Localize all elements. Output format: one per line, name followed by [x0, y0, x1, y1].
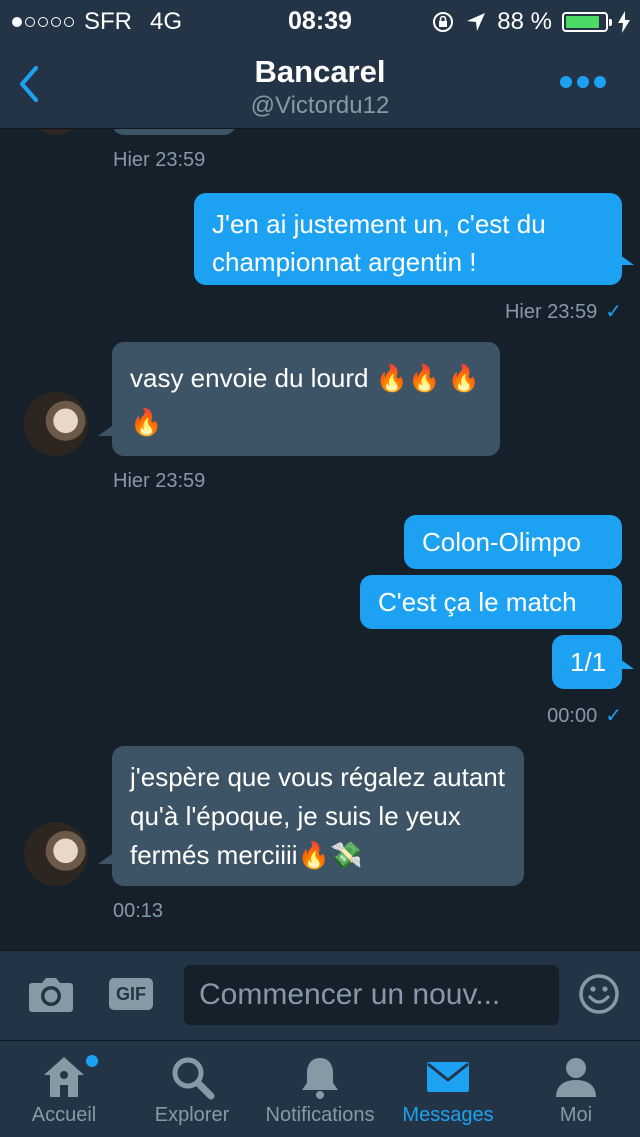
avatar[interactable]	[24, 129, 88, 135]
charging-bolt-icon	[618, 11, 630, 33]
message-text: C'est ça le match	[378, 587, 577, 617]
message-text: Colon-Olimpo	[422, 527, 581, 557]
camera-icon[interactable]	[28, 975, 74, 1013]
message-text: vasy envoie du lourd 🔥🔥 🔥🔥	[130, 363, 481, 437]
gif-button[interactable]: GIF	[109, 978, 153, 1010]
message-input[interactable]: Commencer un nouv...	[184, 965, 559, 1025]
incoming-message-bubble[interactable]	[112, 129, 236, 135]
message-timestamp: 00:13	[113, 900, 164, 922]
tab-label: Messages	[402, 1104, 494, 1126]
bubble-tail	[98, 854, 112, 864]
incoming-message-bubble[interactable]: vasy envoie du lourd 🔥🔥 🔥🔥	[112, 342, 500, 456]
battery-icon	[562, 12, 612, 32]
outgoing-message-bubble[interactable]: J'en ai justement un, c'est du championn…	[194, 193, 622, 285]
bell-icon	[302, 1058, 338, 1099]
message-text: J'en ai justement un, c'est du championn…	[212, 209, 546, 277]
tab-explore[interactable]: Explorer	[128, 1041, 256, 1137]
emoji-icon[interactable]	[578, 973, 620, 1015]
outgoing-message-bubble[interactable]: C'est ça le match	[360, 575, 622, 629]
bubble-tail	[620, 255, 634, 265]
battery-percent: 88 %	[497, 8, 552, 35]
conversation-handle: @Victordu12	[250, 92, 390, 119]
tab-messages[interactable]: Messages	[384, 1041, 512, 1137]
message-timestamp: Hier 23:59 ✓	[504, 301, 622, 323]
avatar[interactable]	[24, 822, 88, 886]
tab-label: Notifications	[265, 1104, 375, 1126]
message-composer: GIF Commencer un nouv...	[0, 950, 640, 1041]
message-thread[interactable]: Hier 23:59 J'en ai justement un, c'est d…	[0, 129, 640, 949]
envelope-icon	[427, 1062, 469, 1092]
read-check-icon: ✓	[605, 301, 622, 323]
bubble-tail	[620, 659, 634, 669]
tab-label: Accueil	[31, 1104, 97, 1126]
search-icon	[172, 1057, 215, 1100]
message-timestamp: Hier 23:59	[113, 149, 206, 171]
tab-home[interactable]: Accueil	[0, 1041, 128, 1137]
outgoing-message-bubble[interactable]: Colon-Olimpo	[404, 515, 622, 569]
location-arrow-icon	[467, 13, 486, 31]
tab-label: Moi	[559, 1104, 593, 1126]
battery-fill	[566, 16, 600, 28]
message-timestamp: 00:00 ✓	[547, 705, 622, 727]
rotation-lock-icon	[433, 12, 454, 32]
tab-notifications[interactable]: Notifications	[256, 1041, 384, 1137]
message-text: j'espère que vous régalez autant qu'à l'…	[130, 762, 505, 870]
status-bar: SFR 4G 08:39 88 %	[0, 0, 640, 40]
read-check-icon: ✓	[605, 705, 622, 727]
tab-label: Explorer	[154, 1104, 230, 1126]
message-timestamp: Hier 23:59	[113, 470, 206, 492]
message-text: 1/1	[570, 647, 607, 677]
bubble-tail	[98, 426, 112, 436]
tab-bar: Accueil Explorer Notifications Messages …	[0, 1040, 640, 1137]
home-icon	[44, 1057, 84, 1097]
conversation-header: Bancarel @Victordu12	[0, 40, 640, 129]
tab-me[interactable]: Moi	[512, 1041, 640, 1137]
person-icon	[556, 1058, 596, 1097]
status-right: 88 %	[431, 8, 630, 36]
outgoing-message-bubble[interactable]: 1/1	[552, 635, 622, 689]
avatar[interactable]	[24, 392, 88, 456]
notification-dot	[84, 1053, 100, 1069]
more-options-icon[interactable]	[560, 76, 606, 88]
incoming-message-bubble[interactable]: j'espère que vous régalez autant qu'à l'…	[112, 746, 524, 886]
conversation-title: Bancarel	[254, 54, 386, 89]
